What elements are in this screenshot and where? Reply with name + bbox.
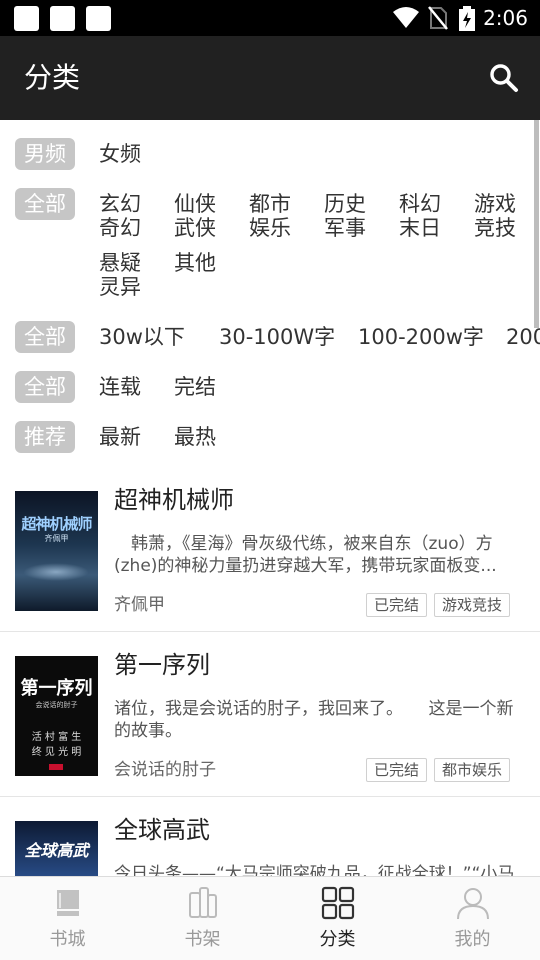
nav-bookstore[interactable]: 书城 bbox=[0, 877, 135, 960]
notification-icon bbox=[50, 6, 75, 31]
notification-icon bbox=[86, 6, 111, 31]
book-list-item[interactable]: 第一序列 会说话的肘子 活 村 富 生 终 见 光 明 第一序列 诸位，我是会说… bbox=[0, 632, 540, 797]
status-selected-pill[interactable]: 全部 bbox=[15, 371, 75, 403]
genre-option[interactable]: 游戏 竞技 bbox=[474, 192, 534, 240]
book-description: 诸位，我是会说话的肘子，我回来了。 这是一个新的故事。 bbox=[114, 699, 514, 741]
book-genre-tag: 游戏竞技 bbox=[434, 593, 511, 617]
nav-category[interactable]: 分类 bbox=[270, 877, 405, 960]
nav-bookshelf[interactable]: 书架 bbox=[135, 877, 270, 960]
cover-art bbox=[23, 563, 89, 581]
scrollbar bbox=[534, 120, 539, 328]
genre-option[interactable]: 都市 娱乐 bbox=[249, 192, 309, 240]
book-title: 全球高武 bbox=[114, 816, 210, 844]
word-count-option[interactable]: 100-200w字 bbox=[358, 325, 484, 349]
gender-selected-pill[interactable]: 男频 bbox=[15, 138, 75, 170]
book-cover: 第一序列 会说话的肘子 活 村 富 生 终 见 光 明 bbox=[15, 656, 98, 776]
bookshelf-icon bbox=[188, 887, 217, 918]
genre-selected-pill[interactable]: 全部 bbox=[15, 188, 75, 220]
book-title: 超神机械师 bbox=[114, 486, 234, 514]
genre-option[interactable]: 科幻 末日 bbox=[399, 192, 459, 240]
book-icon bbox=[56, 890, 79, 916]
word-count-option[interactable]: 200 bbox=[506, 325, 540, 349]
grid-icon bbox=[321, 886, 354, 920]
book-list-item[interactable]: 超神机械师 齐佩甲 超神机械师 韩萧，《星海》骨灰级代练，被来自东（zuo）方(… bbox=[0, 467, 540, 632]
genre-option[interactable]: 仙侠 武侠 bbox=[174, 192, 234, 240]
sort-option[interactable]: 最热 bbox=[174, 425, 216, 449]
battery-charging-icon bbox=[459, 6, 475, 31]
app-header: 分类 bbox=[0, 36, 540, 120]
book-status-tag: 已完结 bbox=[366, 758, 428, 782]
word-count-option[interactable]: 30-100W字 bbox=[219, 325, 335, 349]
book-status-tag: 已完结 bbox=[366, 593, 428, 617]
word-count-option[interactable]: 30w以下 bbox=[99, 325, 185, 349]
status-option[interactable]: 完结 bbox=[174, 375, 216, 399]
genre-option[interactable]: 玄幻 奇幻 bbox=[99, 192, 159, 240]
status-bar: 2:06 bbox=[0, 0, 540, 36]
book-title: 第一序列 bbox=[114, 651, 210, 679]
genre-option[interactable]: 历史 军事 bbox=[324, 192, 384, 240]
book-description: 韩萧，《星海》骨灰级代练，被来自东（zuo）方(zhe)的神秘力量扔进穿越大军，… bbox=[114, 534, 497, 576]
sort-option[interactable]: 最新 bbox=[99, 425, 141, 449]
book-author: 会说话的肘子 bbox=[114, 760, 216, 780]
notification-icon bbox=[14, 6, 39, 31]
search-icon[interactable] bbox=[488, 62, 520, 94]
word-count-selected-pill[interactable]: 全部 bbox=[15, 321, 75, 353]
status-option[interactable]: 连载 bbox=[99, 375, 141, 399]
book-author: 齐佩甲 bbox=[114, 595, 165, 615]
page-title: 分类 bbox=[24, 61, 81, 94]
book-genre-tag: 都市娱乐 bbox=[434, 758, 511, 782]
book-cover: 超神机械师 齐佩甲 bbox=[15, 491, 98, 611]
clock: 2:06 bbox=[483, 6, 528, 30]
nav-profile[interactable]: 我的 bbox=[405, 877, 540, 960]
bottom-nav: 书城 书架 分类 我的 bbox=[0, 876, 540, 960]
genre-option[interactable]: 悬疑 灵异 bbox=[99, 251, 159, 299]
no-sim-icon bbox=[428, 6, 448, 30]
genre-option[interactable]: 其他 bbox=[174, 251, 234, 275]
gender-option[interactable]: 女频 bbox=[99, 142, 141, 166]
publisher-logo bbox=[49, 764, 63, 770]
wifi-icon bbox=[393, 7, 419, 28]
person-icon bbox=[456, 888, 489, 920]
sort-selected-pill[interactable]: 推荐 bbox=[15, 421, 75, 453]
